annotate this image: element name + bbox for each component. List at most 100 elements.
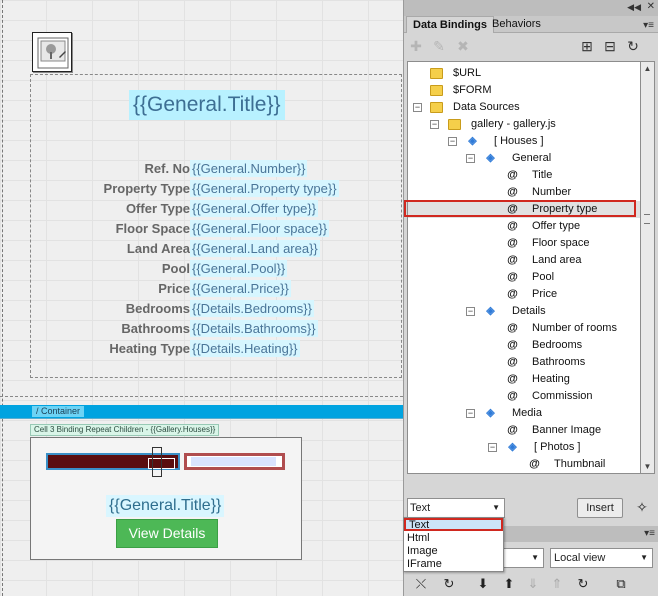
format-option[interactable]: Text	[404, 518, 503, 531]
tree-item[interactable]: @ Title	[408, 167, 640, 184]
field-icon: @	[507, 373, 518, 385]
tree-item[interactable]: − ◈ General	[408, 150, 640, 167]
tree-item[interactable]: @ Number of rooms	[408, 320, 640, 337]
tree-item[interactable]: $FORM	[408, 82, 640, 99]
tree-item[interactable]: @ Number	[408, 184, 640, 201]
tab-behaviors[interactable]: Behaviors	[486, 16, 547, 33]
edit-icon[interactable]: ✎	[430, 37, 448, 55]
field-binding[interactable]: {{General.Floor space}}	[190, 220, 330, 237]
panel-menu-icon[interactable]: ▾≡	[643, 20, 654, 31]
field-row[interactable]: Floor Space {{General.Floor space}}	[30, 220, 402, 237]
delete-icon[interactable]: ✖	[454, 37, 472, 55]
general-title-binding[interactable]: {{General.Title}}	[129, 90, 285, 120]
format-option[interactable]: IFrame	[404, 558, 503, 571]
scroll-down-icon[interactable]: ▼	[641, 460, 654, 473]
tree-item[interactable]: $URL	[408, 65, 640, 82]
design-canvas[interactable]: {{General.Title}} Ref. No {{General.Numb…	[0, 0, 403, 596]
add-icon[interactable]: ✚	[407, 37, 425, 55]
collapse-toggle-icon[interactable]: −	[448, 137, 457, 146]
disconnect-icon[interactable]: ⤬	[412, 575, 430, 593]
tree-item[interactable]: @ Bathrooms	[408, 354, 640, 371]
collapse-toggle-icon[interactable]: −	[413, 103, 422, 112]
field-row[interactable]: Land Area {{General.Land area}}	[30, 240, 402, 257]
tree-item[interactable]: − gallery - gallery.js	[408, 116, 640, 133]
field-binding[interactable]: {{General.Offer type}}	[190, 200, 319, 217]
scroll-up-icon[interactable]: ▲	[641, 62, 654, 75]
tree-item[interactable]: @ Thumbnail	[408, 456, 640, 473]
field-binding[interactable]: {{General.Price}}	[190, 280, 291, 297]
field-binding[interactable]: {{General.Land area}}	[190, 240, 320, 257]
collapse-arrows-icon[interactable]: ◀◀	[627, 2, 641, 13]
tree-item[interactable]: @ Banner Image	[408, 422, 640, 439]
insert-button[interactable]: Insert	[577, 498, 623, 518]
tree-item-label: Banner Image	[532, 424, 602, 436]
field-binding[interactable]: {{General.Property type}}	[190, 180, 339, 197]
panel-tabs: Data Bindings Behaviors	[404, 16, 658, 33]
field-binding[interactable]: {{General.Number}}	[190, 160, 308, 177]
image-placeholder[interactable]	[32, 32, 72, 72]
tree-item-label: Price	[532, 288, 558, 300]
tree-item[interactable]: @ Heating	[408, 371, 640, 388]
format-dropdown-list[interactable]: Text Html Image IFrame	[403, 517, 504, 572]
refresh-icon[interactable]: ↻	[624, 37, 642, 55]
format-select[interactable]: Text ▼	[407, 498, 505, 518]
field-row[interactable]: Ref. No {{General.Number}}	[30, 160, 402, 177]
view-details-button[interactable]: View Details	[116, 519, 218, 548]
tree-item[interactable]: @ Commission	[408, 388, 640, 405]
panel-menu-icon[interactable]: ▾≡	[644, 528, 655, 539]
scroll-thumb[interactable]	[644, 214, 650, 224]
field-row[interactable]: Bedrooms {{Details.Bedrooms}}	[30, 300, 402, 317]
field-row[interactable]: Pool {{General.Pool}}	[30, 260, 402, 277]
magic-wand-icon[interactable]: ✧	[632, 497, 652, 517]
tree-item[interactable]: @ Pool	[408, 269, 640, 286]
expand-view-icon[interactable]: ⧉	[612, 575, 630, 593]
view-select[interactable]: Local view ▼	[550, 548, 653, 568]
put-files-icon[interactable]: ⬆	[500, 575, 518, 593]
field-row[interactable]: Bathrooms {{Details.Bathrooms}}	[30, 320, 402, 337]
bindings-tree[interactable]: $URL $FORM − Data Sources − gallery - ga…	[407, 61, 641, 474]
tree-item[interactable]: − ◈ [ Photos ]	[408, 439, 640, 456]
field-row[interactable]: Heating Type {{Details.Heating}}	[30, 340, 402, 357]
collapse-all-icon[interactable]: ⊟	[601, 37, 619, 55]
check-out-icon[interactable]: ⇓	[524, 575, 542, 593]
format-option[interactable]: Image	[404, 545, 503, 558]
field-row[interactable]: Price {{General.Price}}	[30, 280, 402, 297]
tree-item[interactable]: @ Bedrooms	[408, 337, 640, 354]
card-title-binding[interactable]: {{General.Title}}	[106, 495, 225, 517]
tree-item[interactable]: − ◈ Details	[408, 303, 640, 320]
field-row[interactable]: Offer Type {{General.Offer type}}	[30, 200, 402, 217]
refresh-icon[interactable]: ↻	[440, 575, 458, 593]
tree-item[interactable]: @ Price	[408, 286, 640, 303]
field-binding[interactable]: {{Details.Bedrooms}}	[190, 300, 314, 317]
site-select[interactable]: ▼	[500, 548, 544, 568]
bindings-toolbar: ✚ ✎ ✖ ⊞ ⊟ ↻	[404, 34, 658, 58]
tab-data-bindings[interactable]: Data Bindings	[406, 16, 494, 33]
format-option[interactable]: Html	[404, 532, 503, 545]
tree-item[interactable]: − ◈ Media	[408, 405, 640, 422]
field-binding[interactable]: {{General.Pool}}	[190, 260, 288, 277]
close-icon[interactable]: ✕	[647, 1, 655, 12]
sync-icon[interactable]: ↻	[574, 575, 592, 593]
get-files-icon[interactable]: ⬇	[474, 575, 492, 593]
check-in-icon[interactable]: ⇑	[548, 575, 566, 593]
tree-item[interactable]: − ◈ [ Houses ]	[408, 133, 640, 150]
tree-item[interactable]: @ Floor space	[408, 235, 640, 252]
tree-item[interactable]: − Data Sources	[408, 99, 640, 116]
field-row[interactable]: Property Type {{General.Property type}}	[30, 180, 402, 197]
collapse-toggle-icon[interactable]: −	[466, 154, 475, 163]
collapse-toggle-icon[interactable]: −	[430, 120, 439, 129]
tree-scrollbar[interactable]: ▲ ▼	[641, 61, 655, 474]
expand-all-icon[interactable]: ⊞	[578, 37, 596, 55]
container-tag[interactable]: / Container	[32, 406, 85, 417]
tree-item[interactable]: @ Offer type	[408, 218, 640, 235]
element-handle[interactable]	[152, 447, 162, 477]
collapse-toggle-icon[interactable]: −	[488, 443, 497, 452]
tree-item[interactable]: @ Land area	[408, 252, 640, 269]
field-binding[interactable]: {{Details.Heating}}	[190, 340, 300, 357]
thumbnail-element[interactable]	[184, 453, 285, 470]
collapse-toggle-icon[interactable]: −	[466, 409, 475, 418]
repeat-children-tag[interactable]: Cell 3 Binding Repeat Children - {{Galle…	[30, 424, 220, 436]
collapse-toggle-icon[interactable]: −	[466, 307, 475, 316]
field-label: Heating Type	[109, 341, 190, 356]
field-binding[interactable]: {{Details.Bathrooms}}	[190, 320, 318, 337]
